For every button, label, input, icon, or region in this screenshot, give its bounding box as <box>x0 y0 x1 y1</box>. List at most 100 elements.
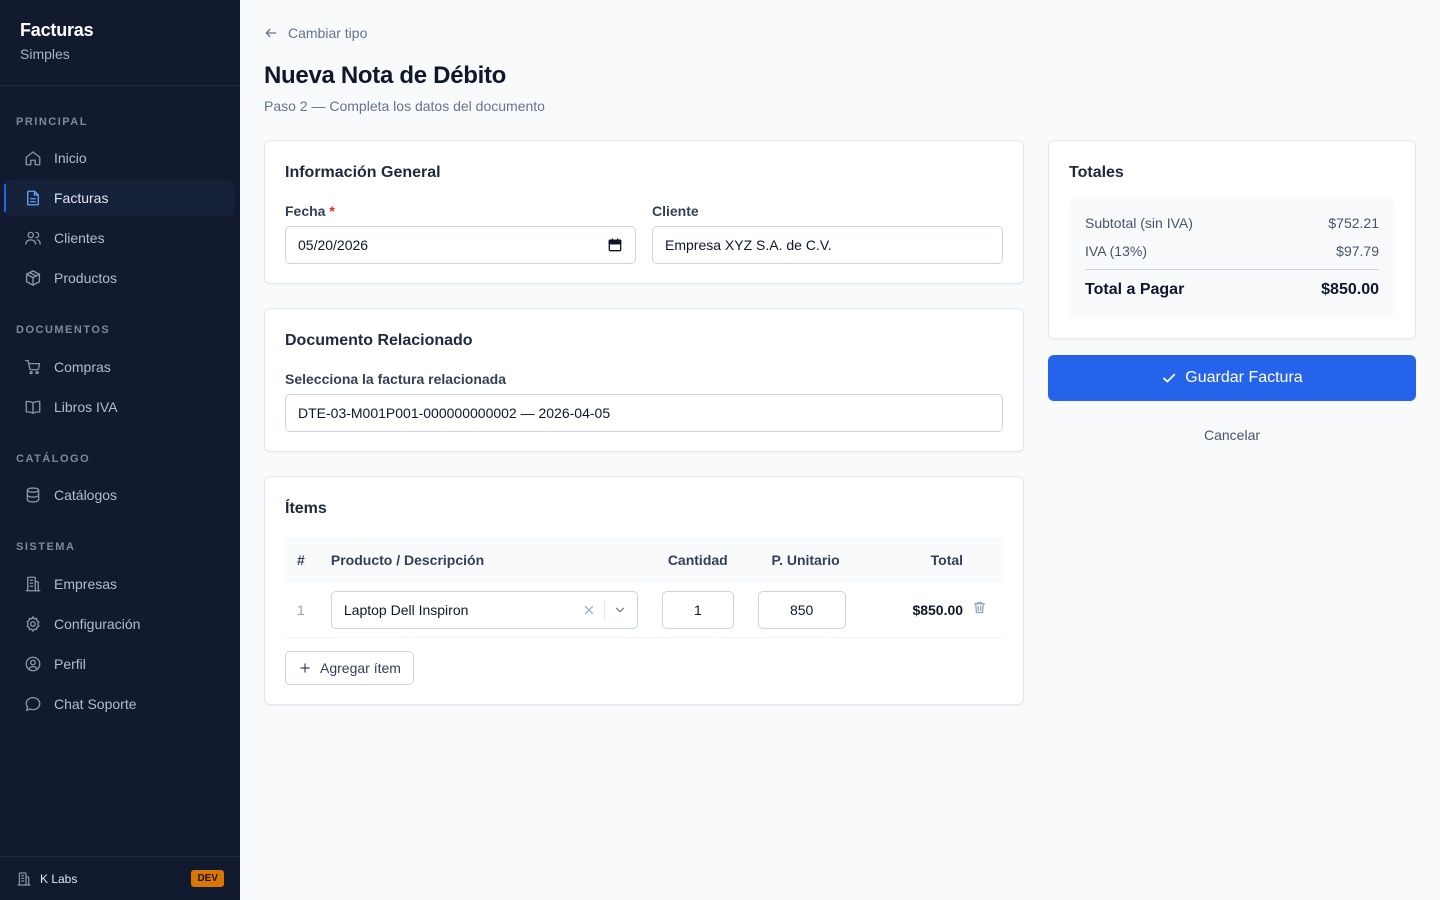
related-invoice-label: Selecciona la factura relacionada <box>285 371 506 387</box>
subtotal-row: Subtotal (sin IVA) $752.21 <box>1085 215 1379 231</box>
iva-value: $97.79 <box>1336 243 1379 259</box>
main-content: Cambiar tipo Nueva Nota de Débito Paso 2… <box>240 0 1440 900</box>
sidebar-item-label: Perfil <box>54 656 86 672</box>
cart-icon <box>25 359 41 375</box>
sidebar-item-label: Clientes <box>54 230 105 246</box>
card-title: Ítems <box>285 500 327 517</box>
sidebar-item-label: Compras <box>54 359 111 375</box>
related-invoice-select[interactable]: DTE-03-M001P001-000000000002 — 2026-04-0… <box>285 394 1003 432</box>
gear-icon <box>26 616 40 632</box>
page-subtitle: Paso 2 — Completa los datos del document… <box>264 98 545 114</box>
unit-price-input[interactable]: 850 <box>757 590 846 629</box>
product-select[interactable]: Laptop Dell Inspiron <box>330 590 638 629</box>
building-icon <box>17 871 31 886</box>
select-divider <box>603 599 605 620</box>
totals-box: Subtotal (sin IVA) $752.21 IVA (13%) $97… <box>1069 197 1395 317</box>
nav-section-documentos: DOCUMENTOS <box>16 324 111 336</box>
row-total: $850.00 <box>912 601 964 618</box>
sidebar-item-chat-soporte[interactable]: Chat Soporte <box>4 686 234 722</box>
clear-icon[interactable] <box>582 603 596 617</box>
date-label: Fecha * <box>285 203 335 219</box>
col-quantity: Cantidad <box>667 552 728 568</box>
company-name: K Labs <box>40 871 78 886</box>
row-index: 1 <box>297 601 305 618</box>
actions-cell <box>963 583 1003 637</box>
sidebar-item-compras[interactable]: Compras <box>4 349 234 385</box>
iva-label: IVA (13%) <box>1085 243 1147 259</box>
sidebar-item-configuracion[interactable]: Configuración <box>4 606 234 642</box>
book-icon <box>25 400 41 415</box>
subtotal-label: Subtotal (sin IVA) <box>1085 215 1193 231</box>
chevron-down-icon[interactable] <box>613 603 627 617</box>
home-icon <box>25 151 41 166</box>
date-label-text: Fecha <box>285 203 326 219</box>
col-index: # <box>297 552 305 568</box>
user-circle-icon <box>25 656 41 672</box>
card-title: Totales <box>1069 164 1124 181</box>
sidebar-item-label: Inicio <box>54 150 87 166</box>
document-icon <box>27 190 39 206</box>
quantity-input[interactable]: 1 <box>661 590 734 629</box>
general-info-card: Información General Fecha * 05/20/2026 C… <box>264 140 1024 284</box>
users-icon <box>25 231 41 245</box>
col-total: Total <box>930 552 964 568</box>
building-icon <box>25 576 41 592</box>
back-link-label: Cambiar tipo <box>288 25 368 41</box>
save-invoice-label: Guardar Factura <box>1185 369 1303 386</box>
trash-icon[interactable] <box>972 600 987 615</box>
sidebar-item-label: Chat Soporte <box>54 696 137 712</box>
back-link[interactable]: Cambiar tipo <box>264 25 367 41</box>
app-subtitle: Simples <box>20 46 70 62</box>
box-icon <box>25 270 41 286</box>
card-title: Documento Relacionado <box>285 332 473 349</box>
items-table: # Producto / Descripción Cantidad P. Uni… <box>285 537 1003 638</box>
database-icon <box>26 487 40 503</box>
sidebar-item-label: Facturas <box>54 190 109 206</box>
unit-price-cell: 850 <box>757 583 854 637</box>
sidebar-item-productos[interactable]: Productos <box>4 260 234 296</box>
client-field[interactable]: Empresa XYZ S.A. de C.V. <box>652 226 1003 264</box>
sidebar-item-perfil[interactable]: Perfil <box>4 646 234 682</box>
col-actions <box>963 537 1003 583</box>
check-icon <box>1163 373 1176 383</box>
save-invoice-button[interactable]: Guardar Factura <box>1048 355 1416 401</box>
iva-row: IVA (13%) $97.79 <box>1085 243 1379 259</box>
brand: Facturas Simples <box>0 0 240 86</box>
sidebar-item-catalogos[interactable]: Catálogos <box>4 477 234 513</box>
page-title: Nueva Nota de Débito <box>264 62 507 89</box>
sidebar-item-label: Configuración <box>54 616 141 632</box>
sidebar-item-libros-iva[interactable]: Libros IVA <box>4 389 234 425</box>
total-row: Total a Pagar $850.00 <box>1085 281 1379 299</box>
related-document-card: Documento Relacionado Selecciona la fact… <box>264 308 1024 452</box>
arrow-left-icon <box>265 28 277 38</box>
product-cell: Laptop Dell Inspiron <box>319 583 638 637</box>
sidebar-item-label: Productos <box>54 270 118 286</box>
sidebar-item-empresas[interactable]: Empresas <box>4 566 234 602</box>
cancel-button[interactable]: Cancelar <box>1048 427 1416 443</box>
add-item-button[interactable]: Agregar ítem <box>285 651 414 685</box>
sidebar-item-facturas[interactable]: Facturas <box>4 180 234 216</box>
quantity-cell: 1 <box>638 583 758 637</box>
sidebar-item-inicio[interactable]: Inicio <box>4 140 234 176</box>
app-title: Facturas <box>20 20 94 40</box>
table-row: 1 Laptop Dell Inspiron 1 850 $850.00 <box>285 583 1003 637</box>
totals-divider <box>1085 269 1379 270</box>
col-product: Producto / Descripción <box>330 552 485 568</box>
totals-card: Totales Subtotal (sin IVA) $752.21 IVA (… <box>1048 140 1416 339</box>
nav-section-sistema: SISTEMA <box>16 541 76 553</box>
plus-icon <box>300 663 310 673</box>
nav-section-principal: PRINCIPAL <box>16 116 88 128</box>
client-value: Empresa XYZ S.A. de C.V. <box>665 237 832 253</box>
date-field[interactable]: 05/20/2026 <box>285 226 636 264</box>
total-value: $850.00 <box>1321 281 1379 298</box>
sidebar-item-clientes[interactable]: Clientes <box>4 220 234 256</box>
client-label: Cliente <box>652 203 699 219</box>
calendar-icon[interactable] <box>607 237 623 253</box>
nav-section-catalogo: CATÁLOGO <box>16 453 91 465</box>
date-value: 05/20/2026 <box>298 237 369 253</box>
required-mark: * <box>329 203 335 219</box>
sidebar-item-label: Catálogos <box>54 487 118 503</box>
related-invoice-value: DTE-03-M001P001-000000000002 — 2026-04-0… <box>298 405 611 421</box>
col-unit-price: P. Unitario <box>771 552 840 568</box>
card-title: Información General <box>285 164 441 181</box>
